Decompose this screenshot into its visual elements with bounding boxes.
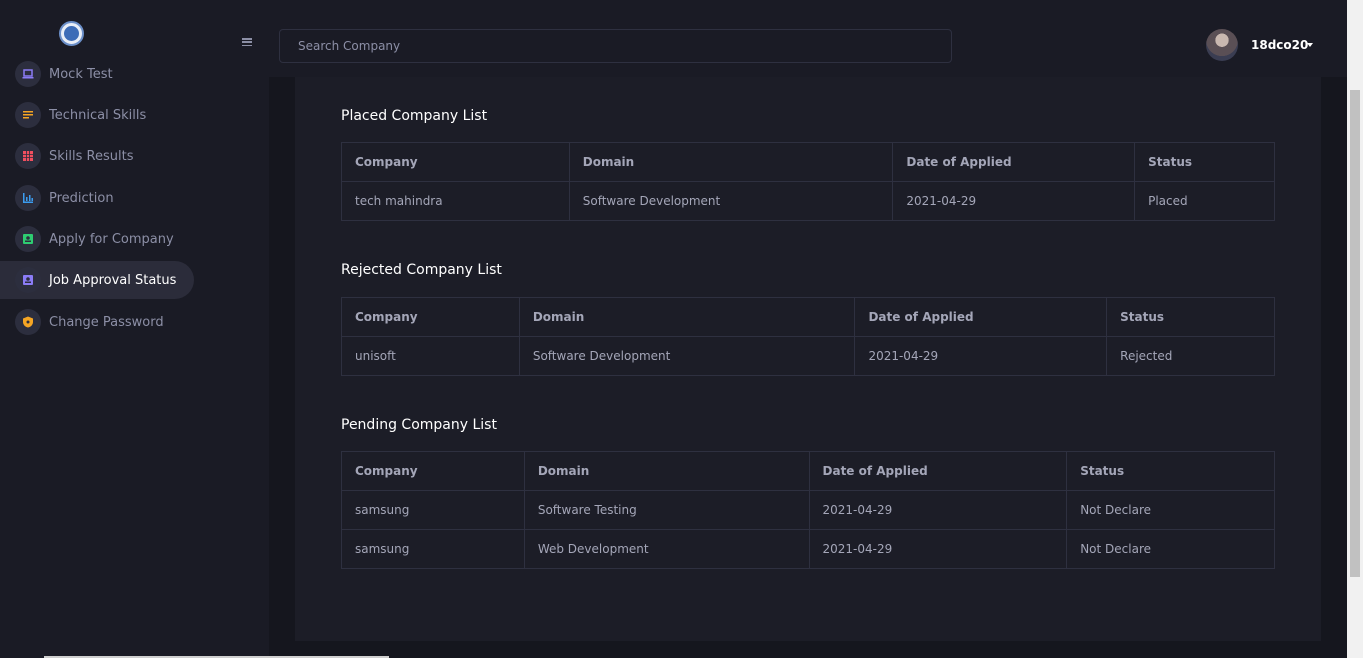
pending-company-table: Company Domain Date of Applied Status sa… — [341, 451, 1275, 569]
column-header-status: Status — [1066, 451, 1275, 491]
sidebar: Mock Test Technical Skills Skills Result… — [0, 0, 269, 658]
sidebar-item-label: Mock Test — [49, 66, 113, 82]
sidebar-item-mock-test[interactable]: Mock Test — [0, 55, 194, 93]
table-header-row: Company Domain Date of Applied Status — [341, 297, 1275, 337]
sidebar-item-job-approval-status[interactable]: Job Approval Status — [0, 261, 194, 299]
pending-section-title: Pending Company List — [341, 417, 497, 433]
cell-domain: Software Testing — [523, 490, 810, 530]
cell-date: 2021-04-29 — [808, 529, 1068, 569]
column-header-company: Company — [341, 142, 570, 182]
column-header-date: Date of Applied — [808, 451, 1068, 491]
laptop-icon — [15, 61, 41, 87]
column-header-domain: Domain — [518, 297, 856, 337]
cell-date: 2021-04-29 — [892, 181, 1136, 221]
badge-icon — [15, 267, 41, 293]
cell-domain: Web Development — [523, 529, 810, 569]
sidebar-item-change-password[interactable]: Change Password — [0, 303, 194, 341]
cell-date: 2021-04-29 — [808, 490, 1068, 530]
contact-icon — [15, 226, 41, 252]
top-header: 18dco20 — [231, 0, 1347, 77]
cell-status: Not Declare — [1066, 490, 1275, 530]
table-row: unisoft Software Development 2021-04-29 … — [341, 336, 1275, 376]
cell-company: unisoft — [341, 336, 520, 376]
rejected-company-table: Company Domain Date of Applied Status un… — [341, 297, 1275, 376]
list-icon — [15, 102, 41, 128]
table-header-row: Company Domain Date of Applied Status — [341, 142, 1275, 182]
search-input[interactable] — [279, 29, 952, 63]
table-row: samsung Web Development 2021-04-29 Not D… — [341, 529, 1275, 569]
avatar[interactable] — [1206, 29, 1238, 61]
placed-section-title: Placed Company List — [341, 108, 488, 124]
sidebar-item-technical-skills[interactable]: Technical Skills — [0, 96, 194, 134]
column-header-company: Company — [341, 451, 525, 491]
grid-icon — [15, 143, 41, 169]
column-header-date: Date of Applied — [892, 142, 1136, 182]
placed-company-table: Company Domain Date of Applied Status te… — [341, 142, 1275, 221]
sidebar-item-apply-for-company[interactable]: Apply for Company — [0, 220, 194, 258]
table-row: samsung Software Testing 2021-04-29 Not … — [341, 490, 1275, 530]
menu-icon[interactable] — [242, 38, 252, 46]
rejected-section-title: Rejected Company List — [341, 262, 502, 278]
column-header-domain: Domain — [568, 142, 894, 182]
sidebar-item-label: Skills Results — [49, 148, 134, 164]
column-header-status: Status — [1134, 142, 1275, 182]
cell-domain: Software Development — [518, 336, 856, 376]
shield-icon — [15, 309, 41, 335]
sidebar-item-skills-results[interactable]: Skills Results — [0, 137, 194, 175]
app-logo[interactable] — [59, 21, 84, 46]
cell-date: 2021-04-29 — [854, 336, 1108, 376]
scrollbar-thumb[interactable] — [1350, 90, 1360, 577]
sidebar-item-label: Prediction — [49, 190, 114, 206]
cell-status: Not Declare — [1066, 529, 1275, 569]
column-header-date: Date of Applied — [854, 297, 1108, 337]
column-header-company: Company — [341, 297, 520, 337]
sidebar-item-label: Apply for Company — [49, 231, 174, 247]
cell-company: samsung — [341, 490, 525, 530]
column-header-domain: Domain — [523, 451, 810, 491]
sidebar-item-label: Change Password — [49, 314, 164, 330]
page-scrollbar[interactable] — [1347, 0, 1363, 658]
cell-company: samsung — [341, 529, 525, 569]
bar-chart-icon — [15, 185, 41, 211]
sidebar-item-prediction[interactable]: Prediction — [0, 179, 194, 217]
cell-status: Rejected — [1106, 336, 1275, 376]
cell-domain: Software Development — [568, 181, 894, 221]
sidebar-item-label: Job Approval Status — [49, 272, 177, 288]
cell-status: Placed — [1134, 181, 1275, 221]
sidebar-item-label: Technical Skills — [49, 107, 147, 123]
chevron-down-icon[interactable] — [1307, 43, 1313, 47]
column-header-status: Status — [1106, 297, 1275, 337]
username-label[interactable]: 18dco20 — [1251, 38, 1308, 52]
table-row: tech mahindra Software Development 2021-… — [341, 181, 1275, 221]
cell-company: tech mahindra — [341, 181, 570, 221]
table-header-row: Company Domain Date of Applied Status — [341, 451, 1275, 491]
